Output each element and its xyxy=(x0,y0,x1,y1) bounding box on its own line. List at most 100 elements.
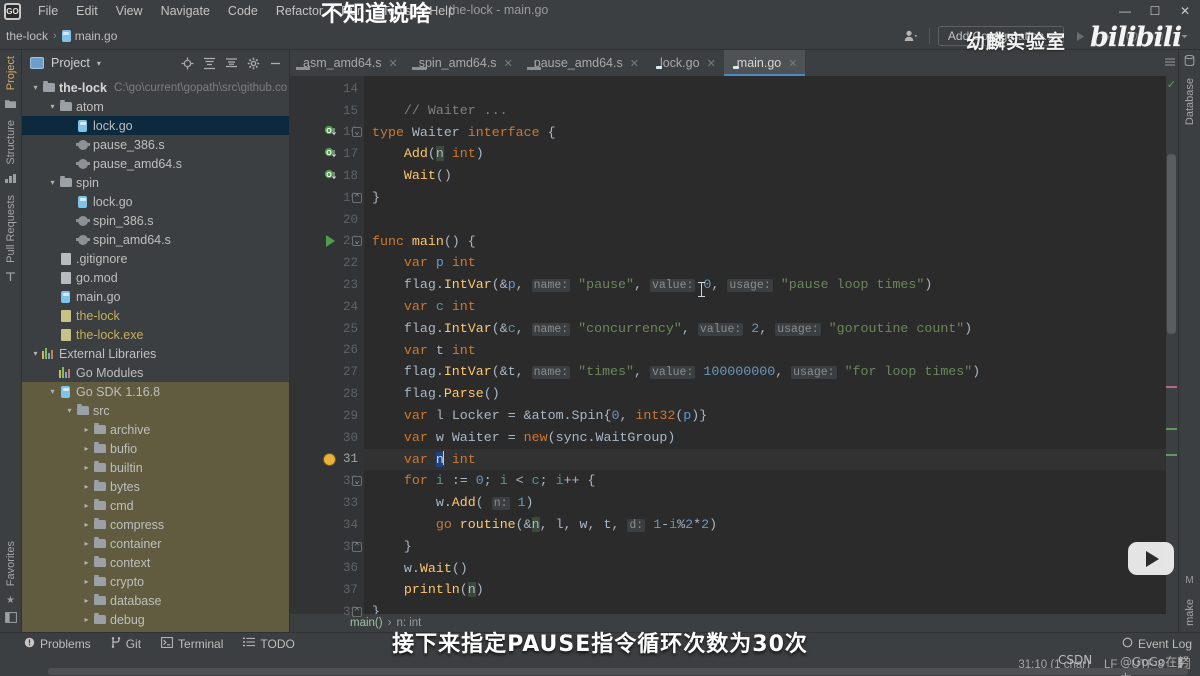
gutter-line-number[interactable]: 24 xyxy=(290,296,364,318)
gutter-line-number[interactable]: 18 O xyxy=(290,165,364,187)
editor-tab-asm_amd64-s[interactable]: asm_amd64.s ✕ xyxy=(290,50,406,76)
gutter-line-number[interactable]: 21 ⌄ xyxy=(290,231,364,253)
gutter-line-number[interactable]: 16 O ⌄ xyxy=(290,122,364,144)
code-line[interactable]: flag.Parse() xyxy=(364,383,1166,405)
gutter-line-number[interactable]: 31 xyxy=(290,449,364,471)
expand-all-icon[interactable] xyxy=(199,53,219,73)
tree-item-context[interactable]: ▸ context xyxy=(22,553,289,572)
tree-item-spin-amd64-s[interactable]: spin_amd64.s xyxy=(22,230,289,249)
navbar-crumb-project[interactable]: the-lock xyxy=(6,29,48,43)
tree-item-compress[interactable]: ▸ compress xyxy=(22,515,289,534)
run-with-coverage-icon[interactable] xyxy=(1122,26,1142,46)
code-line[interactable]: Wait() xyxy=(364,165,1166,187)
tree-expander-icon[interactable]: ▾ xyxy=(47,102,58,111)
tree-expander-icon[interactable]: ▸ xyxy=(81,615,92,624)
gutter-line-number[interactable]: 33 xyxy=(290,492,364,514)
hide-panel-icon[interactable] xyxy=(265,53,285,73)
tree-item-external-libraries[interactable]: ▾ External Libraries xyxy=(22,344,289,363)
chevron-down-icon[interactable] xyxy=(1174,26,1194,46)
gutter-line-number[interactable]: 36 xyxy=(290,558,364,580)
code-line[interactable]: w.Add( n: 1) xyxy=(364,492,1166,514)
code-line[interactable]: flag.IntVar(&t, name: "times", value: 10… xyxy=(364,361,1166,383)
editor-gutter[interactable]: 14 15 16 O ⌄ 17 O 18 O 19 ⌃ 20 21 ⌄ 22 23 24 25 26 27 28 29 30… xyxy=(290,76,364,619)
tree-item-the-lock[interactable]: ▾ the-lock C:\go\current\gopath\src\github… xyxy=(22,78,289,97)
gutter-line-number[interactable]: 17 O xyxy=(290,143,364,165)
menu-code[interactable]: Code xyxy=(219,2,267,20)
tree-expander-icon[interactable]: ▾ xyxy=(64,406,75,415)
user-icon[interactable] xyxy=(901,30,921,42)
close-icon[interactable]: ✕ xyxy=(630,57,639,70)
gutter-line-number[interactable]: 25 xyxy=(290,318,364,340)
marker-scrollbar[interactable]: ✓ xyxy=(1166,76,1178,614)
code-folding-icon[interactable]: ⌃ xyxy=(352,607,362,618)
code-line[interactable]: // Waiter ... xyxy=(364,100,1166,122)
run-icon[interactable] xyxy=(1070,26,1090,46)
tree-item-atom[interactable]: ▾ atom xyxy=(22,97,289,116)
tree-expander-icon[interactable]: ▾ xyxy=(30,349,41,358)
gutter-line-number[interactable]: 22 xyxy=(290,252,364,274)
project-tree[interactable]: ▾ the-lock C:\go\current\gopath\src\github… xyxy=(22,76,289,632)
tool-button-problems[interactable]: Problems xyxy=(24,637,91,651)
code-folding-icon[interactable]: ⌃ xyxy=(352,541,362,552)
menu-view[interactable]: View xyxy=(107,2,152,20)
tree-item-gitignore[interactable]: .gitignore xyxy=(22,249,289,268)
tool-button-project[interactable]: Project xyxy=(5,50,17,96)
tree-item-spin[interactable]: ▾ spin xyxy=(22,173,289,192)
code-line[interactable]: } xyxy=(364,536,1166,558)
code-line[interactable]: println(n) xyxy=(364,579,1166,601)
gutter-line-number[interactable]: 15 xyxy=(290,100,364,122)
menu-navigate[interactable]: Navigate xyxy=(152,2,219,20)
close-icon[interactable]: ✕ xyxy=(707,57,716,70)
tree-expander-icon[interactable]: ▸ xyxy=(81,425,92,434)
minimize-button[interactable]: — xyxy=(1110,0,1140,22)
editor-tab-bar[interactable]: asm_amd64.s ✕ spin_amd64.s ✕ pause_amd64.s ✕ l… xyxy=(290,50,1178,76)
tree-expander-icon[interactable]: ▸ xyxy=(81,482,92,491)
layout-toggle-icon[interactable] xyxy=(4,609,17,632)
intention-bulb-icon[interactable] xyxy=(324,453,335,465)
close-icon[interactable]: ✕ xyxy=(504,57,513,70)
tree-expander-icon[interactable]: ▸ xyxy=(81,444,92,453)
code-line[interactable]: } xyxy=(364,601,1166,614)
tree-item-spin-386-s[interactable]: spin_386.s xyxy=(22,211,289,230)
tree-expander-icon[interactable]: ▸ xyxy=(81,501,92,510)
tool-button-git[interactable]: Git xyxy=(111,637,141,651)
code-folding-icon[interactable]: ⌄ xyxy=(352,127,362,138)
gutter-line-number[interactable]: 14 xyxy=(290,78,364,100)
gutter-line-number[interactable]: 32 ⌄ xyxy=(290,470,364,492)
code-line[interactable]: var p int xyxy=(364,252,1166,274)
breadcrumb-variable[interactable]: n: int xyxy=(396,617,421,629)
gutter-line-number[interactable]: 19 ⌃ xyxy=(290,187,364,209)
tree-expander-icon[interactable]: ▸ xyxy=(81,539,92,548)
tree-expander-icon[interactable]: ▾ xyxy=(30,83,41,92)
menu-file[interactable]: File xyxy=(29,2,67,20)
profile-icon[interactable] xyxy=(1148,26,1168,46)
gutter-line-number[interactable]: 27 xyxy=(290,361,364,383)
menu-refactor[interactable]: Refactor xyxy=(267,2,332,20)
code-line[interactable]: var t int xyxy=(364,340,1166,362)
code-folding-icon[interactable]: ⌄ xyxy=(352,476,362,487)
tree-expander-icon[interactable]: ▸ xyxy=(81,596,92,605)
locate-icon[interactable] xyxy=(177,53,197,73)
implementing-member-icon[interactable]: O xyxy=(324,169,338,183)
menu-run[interactable]: Run xyxy=(332,2,373,20)
tool-button-terminal[interactable]: Terminal xyxy=(161,637,223,651)
code-line[interactable]: var l Locker = &atom.Spin{0, int32(p)} xyxy=(364,405,1166,427)
settings-gear-icon[interactable] xyxy=(243,53,263,73)
tree-item-go-mod[interactable]: go.mod xyxy=(22,268,289,287)
gutter-line-number[interactable]: 30 xyxy=(290,427,364,449)
tool-button-structure[interactable]: Structure xyxy=(5,114,17,171)
tree-item-database[interactable]: ▸ database xyxy=(22,591,289,610)
tree-expander-icon[interactable]: ▾ xyxy=(47,387,58,396)
tree-item-go-modules-github-com-eggo-tech-the-l[interactable]: Go Modules xyxy=(22,363,289,382)
navbar-crumb-file[interactable]: main.go xyxy=(75,29,118,43)
code-line[interactable]: func main() { xyxy=(364,231,1166,253)
tree-item-main-go[interactable]: main.go xyxy=(22,287,289,306)
tree-item-builtin[interactable]: ▸ builtin xyxy=(22,458,289,477)
code-line[interactable]: w.Wait() xyxy=(364,558,1166,580)
tree-expander-icon[interactable]: ▸ xyxy=(81,577,92,586)
code-line[interactable]: var c int xyxy=(364,296,1166,318)
editor-tab-main-go[interactable]: main.go ✕ xyxy=(723,50,806,76)
tree-item-lock-go[interactable]: lock.go xyxy=(22,192,289,211)
gutter-line-number[interactable]: 35 ⌃ xyxy=(290,536,364,558)
tree-item-the-lock[interactable]: the-lock xyxy=(22,306,289,325)
